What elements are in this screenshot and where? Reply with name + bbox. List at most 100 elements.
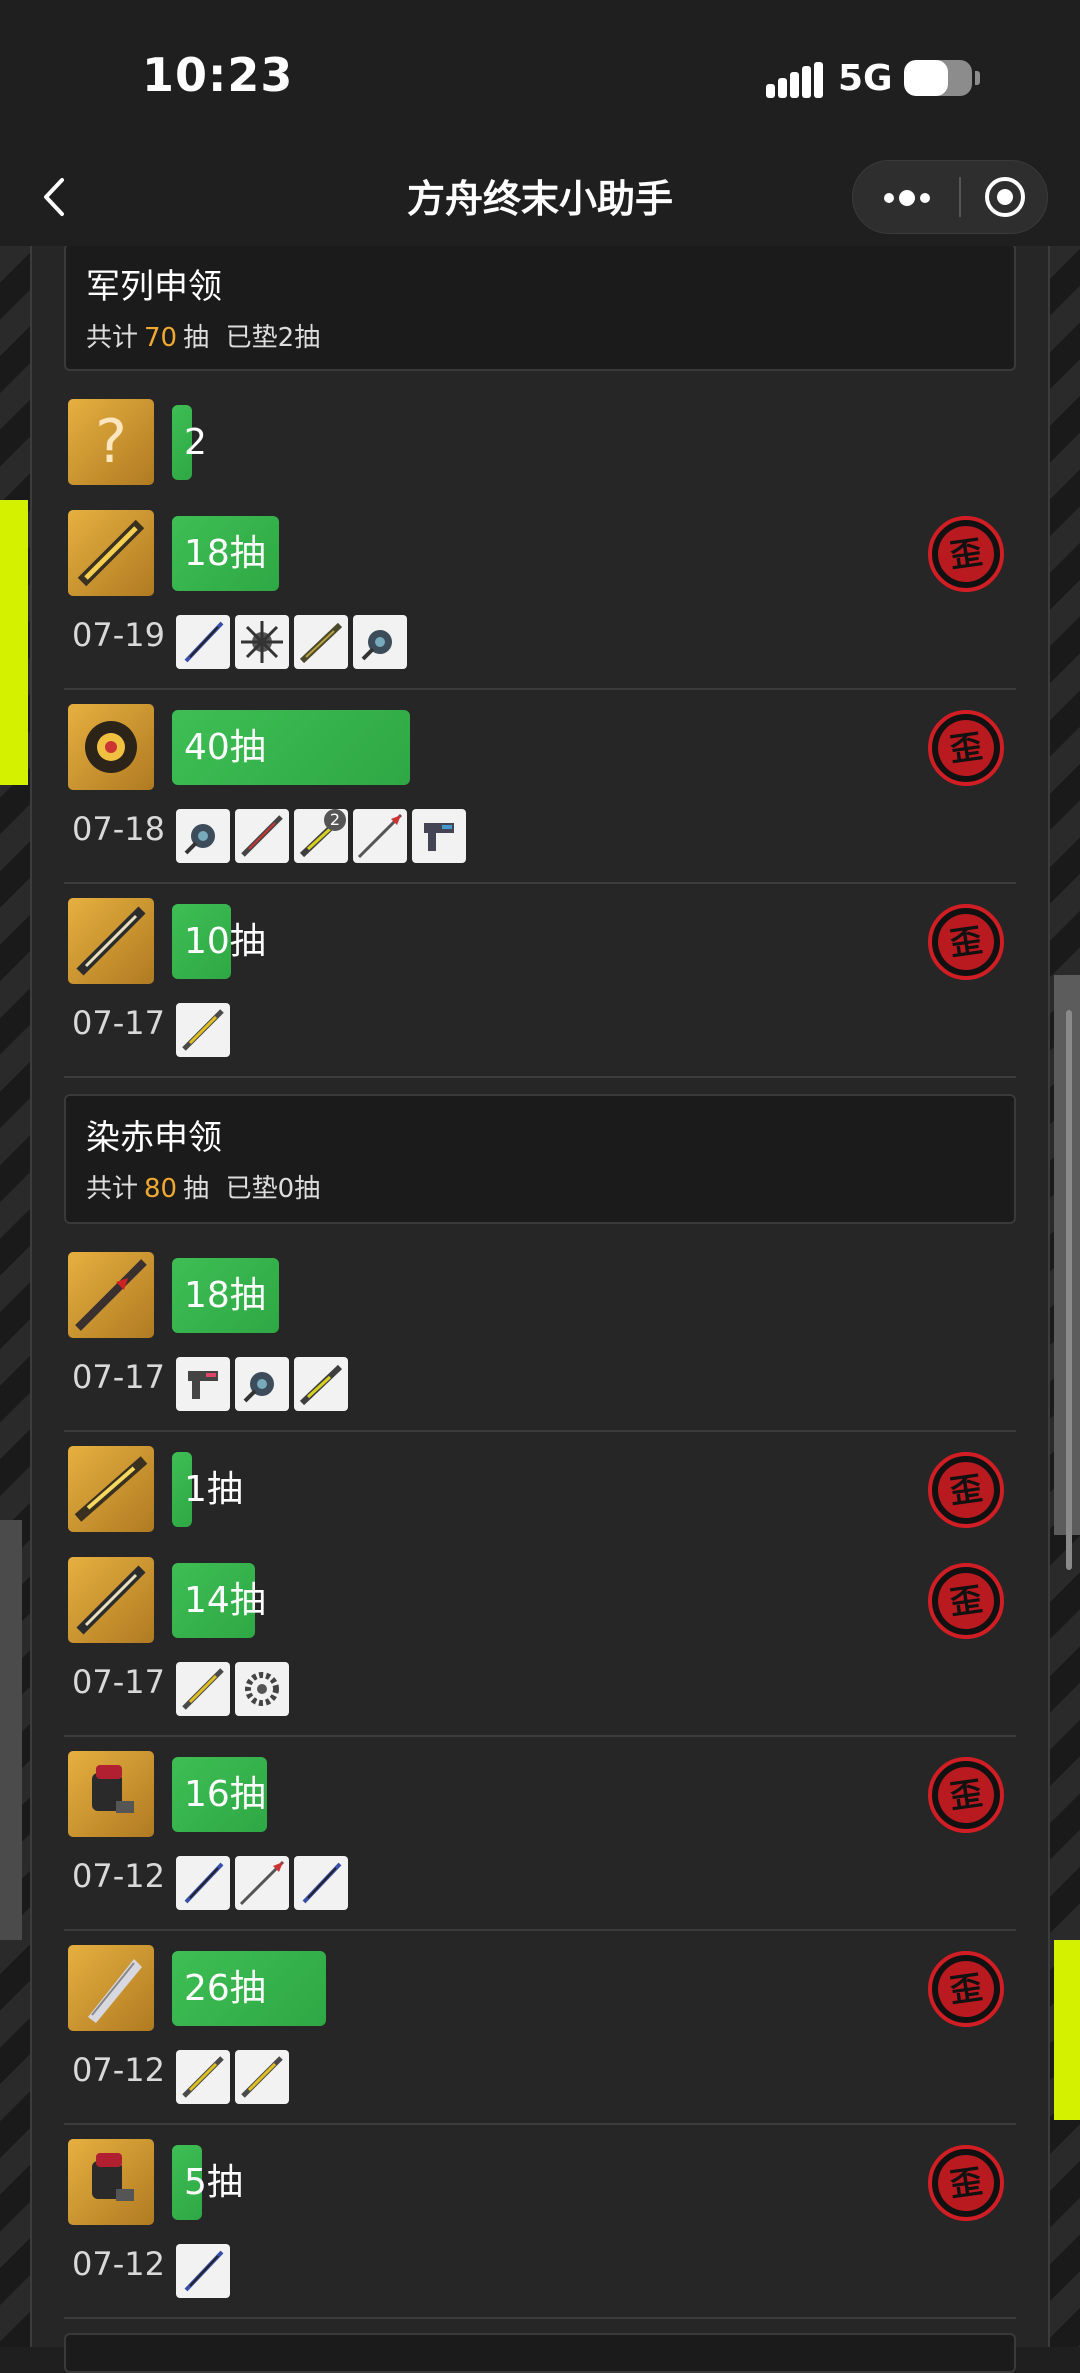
off-banner-badge: 歪 (928, 516, 1004, 592)
pool-name: 染赤申领 (86, 1118, 222, 1158)
record-date: 07-18 (72, 810, 165, 848)
total-pulls: 70 (144, 323, 178, 353)
operator-avatar[interactable] (68, 704, 154, 790)
stats-prefix: 共计 (86, 323, 139, 353)
pull-count-label: 5抽 (184, 2162, 243, 2203)
off-banner-badge: 歪 (928, 1951, 1004, 2027)
off-banner-label: 歪 (934, 716, 998, 780)
off-banner-label: 歪 (934, 1763, 998, 1827)
weapon-item-icon[interactable] (353, 615, 407, 669)
pool-stats: 共计 70 抽 已垫2抽 (86, 317, 320, 354)
weapon-item-icon[interactable] (235, 1357, 289, 1411)
row-divider (64, 1735, 1016, 1737)
operator-avatar[interactable] (68, 510, 154, 596)
more-dots-icon[interactable] (853, 161, 953, 233)
off-banner-badge: 歪 (928, 1452, 1004, 1528)
operator-avatar[interactable] (68, 1252, 154, 1338)
row-divider (64, 1076, 1016, 1078)
record-date: 07-12 (72, 2051, 165, 2089)
off-banner-label: 歪 (934, 1569, 998, 1633)
weapon-item-icon[interactable] (176, 1003, 230, 1057)
signal-bars-icon (766, 62, 826, 98)
off-banner-badge: 歪 (928, 904, 1004, 980)
operator-avatar[interactable] (68, 1945, 154, 2031)
pull-count-label: 18抽 (184, 533, 266, 574)
stats-unit: 抽 (183, 323, 210, 353)
stats-unit: 抽 (183, 1174, 210, 1204)
weapon-item-icon[interactable] (176, 1856, 230, 1910)
weapon-item-icon[interactable] (176, 2244, 230, 2298)
capsule-divider (959, 177, 961, 217)
record-date: 07-19 (72, 616, 165, 654)
background-panel-left (0, 1520, 22, 1940)
weapon-item-icon[interactable] (235, 615, 289, 669)
weapon-item-icon[interactable] (176, 1662, 230, 1716)
weapon-item-icon[interactable] (353, 809, 407, 863)
weapon-item-icon[interactable] (235, 809, 289, 863)
row-divider (64, 688, 1016, 690)
pull-count-label: 40抽 (184, 727, 266, 768)
weapon-item-icon[interactable] (235, 1662, 289, 1716)
weapon-item-icon[interactable] (294, 615, 348, 669)
operator-avatar[interactable]: ? (68, 399, 154, 485)
scrollbar[interactable] (1066, 1010, 1072, 1570)
record-date: 07-17 (72, 1663, 165, 1701)
row-divider (64, 2123, 1016, 2125)
record-date: 07-12 (72, 2245, 165, 2283)
off-banner-label: 歪 (934, 910, 998, 974)
weapon-item-icon[interactable] (176, 615, 230, 669)
operator-avatar[interactable] (68, 898, 154, 984)
off-banner-label: 歪 (934, 1458, 998, 1522)
pool-header[interactable]: 染赤申领 共计 80 抽 已垫0抽 (64, 1094, 1016, 1224)
operator-avatar[interactable] (68, 1446, 154, 1532)
background-accent-right (1054, 1940, 1080, 2120)
pity-count: 已垫0抽 (225, 1174, 321, 1204)
pull-count-label: 2 (184, 422, 207, 463)
weapon-item-icon[interactable] (235, 1856, 289, 1910)
pity-count: 已垫2抽 (225, 323, 321, 353)
pool-stats: 共计 80 抽 已垫0抽 (86, 1168, 320, 1205)
weapon-item-icon[interactable] (176, 1357, 230, 1411)
operator-avatar[interactable] (68, 1557, 154, 1643)
mini-program-capsule (852, 160, 1048, 234)
weapon-item-icon[interactable] (176, 809, 230, 863)
operator-avatar[interactable] (68, 2139, 154, 2225)
pull-count-label: 18抽 (184, 1275, 266, 1316)
pool-header[interactable]: 军列申领 共计 70 抽 已垫2抽 (64, 243, 1016, 371)
row-divider (64, 1430, 1016, 1432)
battery-icon (904, 60, 972, 96)
off-banner-badge: 歪 (928, 2145, 1004, 2221)
pool-header-next[interactable] (64, 2333, 1016, 2373)
pull-count-label: 14抽 (184, 1580, 266, 1621)
row-divider (64, 882, 1016, 884)
row-divider (64, 1929, 1016, 1931)
weapon-item-icon[interactable] (294, 1357, 348, 1411)
weapon-item-icon[interactable] (294, 1856, 348, 1910)
off-banner-label: 歪 (934, 522, 998, 586)
battery-tip (975, 71, 980, 85)
pool-name: 军列申领 (86, 267, 222, 307)
status-bar: 10:23 5G (0, 0, 1080, 150)
off-banner-badge: 歪 (928, 1757, 1004, 1833)
weapon-item-icon[interactable] (176, 2050, 230, 2104)
status-time: 10:23 (142, 48, 294, 102)
pull-count-label: 1抽 (184, 1469, 243, 1510)
row-divider (64, 2317, 1016, 2319)
target-circle-icon[interactable] (971, 161, 1047, 233)
stats-prefix: 共计 (86, 1174, 139, 1204)
off-banner-badge: 歪 (928, 1563, 1004, 1639)
off-banner-label: 歪 (934, 1957, 998, 2021)
pull-count-label: 10抽 (184, 921, 266, 962)
background-accent-left (0, 500, 28, 785)
weapon-item-icon[interactable] (412, 809, 466, 863)
weapon-item-icon[interactable] (235, 2050, 289, 2104)
record-date: 07-17 (72, 1004, 165, 1042)
nav-bar: 方舟终末小助手 (0, 150, 1080, 246)
pull-count-label: 26抽 (184, 1968, 266, 2009)
record-date: 07-17 (72, 1358, 165, 1396)
operator-avatar[interactable] (68, 1751, 154, 1837)
pull-count-label: 16抽 (184, 1774, 266, 1815)
record-date: 07-12 (72, 1857, 165, 1895)
network-type: 5G (838, 58, 893, 99)
off-banner-badge: 歪 (928, 710, 1004, 786)
